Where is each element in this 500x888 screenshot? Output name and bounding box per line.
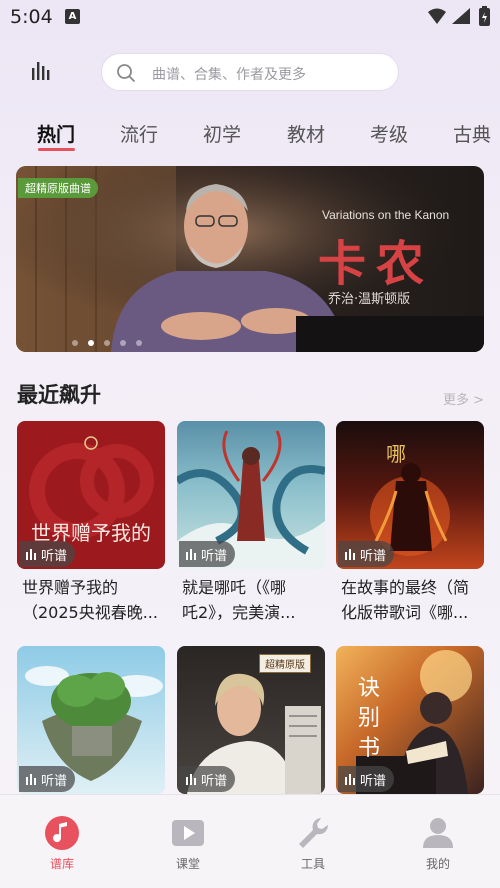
category-tabs: 热门 流行 初学 教材 考级 古典	[0, 116, 500, 156]
nav-label: 工具	[300, 857, 325, 871]
signal-icon	[452, 8, 470, 24]
score-title-line: 化版带歌词《哪...	[341, 603, 469, 622]
svg-text:哪: 哪	[386, 442, 406, 466]
search-placeholder: 曲谱、合集、作者及更多	[152, 67, 306, 83]
score-title-line: （2025央视春晚...	[22, 603, 158, 622]
listen-label: 听谱	[41, 548, 68, 564]
bottom-navigation: 谱库 课堂 工具 我的	[0, 794, 500, 888]
banner-title: 卡农	[318, 236, 435, 292]
audio-bars-icon	[26, 774, 36, 785]
active-tab-indicator	[38, 148, 75, 151]
search-input[interactable]: 曲谱、合集、作者及更多	[101, 53, 399, 91]
audio-bars-icon	[345, 549, 355, 560]
listen-label: 听谱	[41, 773, 68, 789]
listen-label: 听谱	[201, 773, 228, 789]
play-icon	[172, 820, 204, 846]
listen-button[interactable]: 听谱	[338, 541, 395, 567]
person-icon	[423, 818, 453, 848]
app-notification-icon: A	[65, 9, 80, 24]
audio-bars-icon	[186, 549, 196, 560]
banner-caption: 乔治·温斯顿版	[328, 292, 411, 307]
carousel-dot-active[interactable]	[88, 340, 94, 346]
status-time: 5:04	[10, 6, 53, 28]
carousel-dot[interactable]	[136, 340, 142, 346]
audio-bars-icon	[26, 549, 36, 560]
tab-beginner[interactable]: 初学	[203, 120, 241, 147]
carousel-dot[interactable]	[72, 340, 78, 346]
music-note-icon	[45, 816, 79, 850]
carousel-dots	[72, 331, 152, 350]
listen-button[interactable]: 听谱	[179, 541, 236, 567]
audio-bars-icon	[345, 774, 355, 785]
search-icon	[117, 64, 135, 82]
tab-exam[interactable]: 考级	[370, 120, 408, 147]
score-title-line: 吒2》，完美演...	[182, 603, 296, 622]
carousel-dot[interactable]	[104, 340, 110, 346]
nav-label: 谱库	[49, 857, 74, 871]
listen-button[interactable]: 听谱	[179, 766, 236, 792]
score-title-line: 就是哪吒（《哪	[182, 578, 287, 597]
wrench-icon	[299, 818, 329, 848]
tab-classical[interactable]: 古典	[453, 120, 491, 147]
status-icons	[428, 6, 490, 26]
listen-label: 听谱	[360, 773, 387, 789]
audio-bars-icon	[186, 774, 196, 785]
cover-text: 诀别书	[358, 676, 381, 761]
listen-label: 听谱	[360, 548, 387, 564]
tab-pop[interactable]: 流行	[120, 120, 158, 147]
carousel-dot[interactable]	[120, 340, 126, 346]
score-title-line: 在故事的最终（简	[341, 578, 470, 597]
section-title: 最近飙升	[17, 383, 101, 407]
listen-button[interactable]: 听谱	[338, 766, 395, 792]
more-link[interactable]: 更多 >	[443, 389, 484, 408]
tab-hot[interactable]: 热门	[37, 120, 75, 147]
score-title-line: 世界赠予我的	[22, 578, 119, 597]
status-bar: 5:04 A	[0, 0, 500, 34]
nav-label: 课堂	[175, 857, 200, 871]
cover-badge: 超精原版	[259, 654, 311, 673]
listen-button[interactable]: 听谱	[19, 541, 76, 567]
score-title: 世界赠予我的 （2025央视春晚...	[22, 575, 170, 625]
banner-subtitle: Variations on the Kanon	[322, 208, 450, 222]
wifi-icon	[428, 8, 446, 24]
listen-label: 听谱	[201, 548, 228, 564]
equalizer-icon[interactable]	[28, 58, 54, 84]
banner-carousel[interactable]: 超精原版曲谱 Variations on the Kanon 卡农 乔治·温斯顿…	[16, 166, 484, 352]
banner-badge: 超精原版曲谱	[18, 178, 98, 198]
score-title: 就是哪吒（《哪 吒2》，完美演...	[182, 575, 330, 625]
listen-button[interactable]: 听谱	[19, 766, 76, 792]
nav-label: 我的	[425, 857, 450, 871]
score-title: 在故事的最终（简 化版带歌词《哪...	[341, 575, 489, 625]
tab-textbook[interactable]: 教材	[287, 120, 325, 147]
